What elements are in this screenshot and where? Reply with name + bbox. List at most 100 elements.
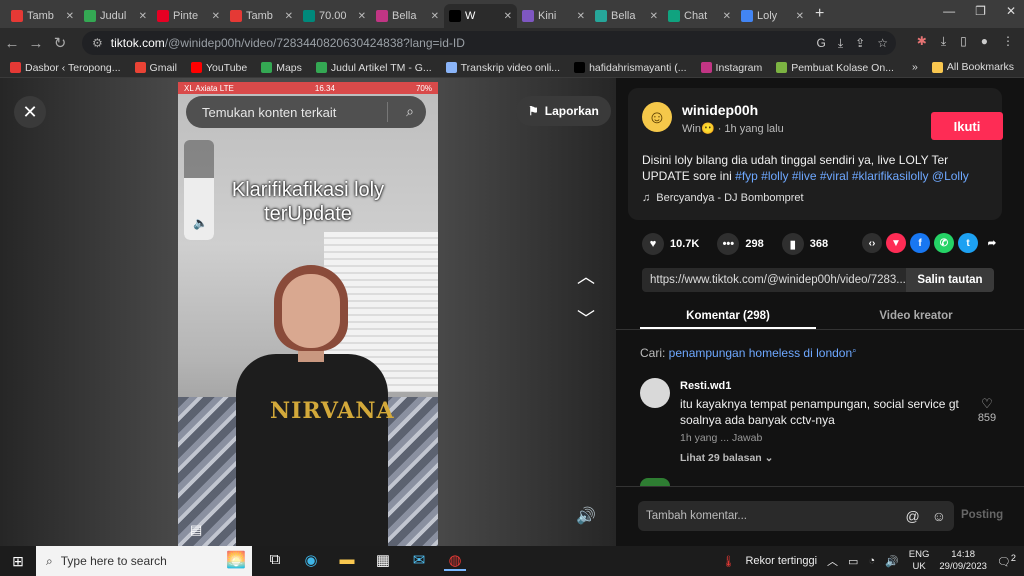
hashtags[interactable]: #fyp #lolly #live #viral #klarifikasilol… [735, 169, 969, 183]
all-bookmarks[interactable]: All Bookmarks [931, 61, 1014, 73]
store-icon[interactable]: ▦ [372, 551, 394, 571]
browser-tab[interactable]: Pinte ✕ [152, 4, 225, 28]
back-icon[interactable]: ← [0, 35, 24, 52]
related-search-input[interactable]: Temukan konten terkait ⌕ [186, 96, 426, 128]
browser-tab[interactable]: Kini ✕ [517, 4, 590, 28]
close-tab-icon[interactable]: ✕ [650, 11, 658, 22]
close-tab-icon[interactable]: ✕ [431, 11, 439, 22]
url-field[interactable]: ⚙ tiktok.com/@winidep00h/video/728344082… [82, 31, 896, 55]
close-tab-icon[interactable]: ✕ [285, 11, 293, 22]
google-lens-icon[interactable]: G [817, 36, 826, 51]
like-button[interactable]: ♥ 10.7K [642, 233, 699, 255]
install-icon[interactable]: ⤓ [838, 36, 843, 51]
bookmark-item[interactable]: Judul Artikel TM - G... [315, 62, 432, 74]
downloads-icon[interactable]: ⤓ [941, 34, 946, 49]
profile-avatar[interactable]: ● [981, 34, 988, 49]
close-tab-icon[interactable]: ✕ [504, 11, 512, 22]
browser-tab[interactable]: Tamb ✕ [225, 4, 298, 28]
windows-start-icon[interactable]: ⊞ [0, 553, 36, 570]
search-suggestion[interactable]: Cari: penampungan homeless di london⌕ [640, 346, 857, 360]
browser-tab[interactable]: 70.00 ✕ [298, 4, 371, 28]
bookmark-star-icon[interactable]: ☆ [877, 36, 888, 51]
forward-icon[interactable]: → [24, 35, 48, 52]
taskbar-search-input[interactable]: ⌕ Type here to search 🌅 [36, 546, 252, 576]
share-link[interactable]: https://www.tiktok.com/@winidep00h/video… [642, 274, 906, 286]
reload-icon[interactable]: ↻ [48, 34, 72, 52]
menu-icon[interactable]: ⋮ [1002, 34, 1014, 49]
view-replies-button[interactable]: Lihat 29 balasan ⌄ [680, 452, 773, 464]
browser-tab[interactable]: W ✕ [444, 4, 517, 28]
close-video-button[interactable]: ✕ [14, 96, 46, 128]
close-tab-icon[interactable]: ✕ [723, 11, 731, 22]
chevron-up-icon[interactable]: ︿ [827, 553, 838, 569]
browser-tab[interactable]: Loly ✕ [736, 4, 809, 28]
follow-button[interactable]: Ikuti [931, 112, 1003, 140]
sidepanel-icon[interactable]: ▯ [960, 34, 967, 49]
bookmark-item[interactable]: Transkrip video onli... [445, 62, 560, 74]
whatsapp-icon[interactable]: ✆ [934, 233, 954, 253]
twitter-icon[interactable]: t [958, 233, 978, 253]
avatar[interactable] [640, 378, 670, 408]
close-tab-icon[interactable]: ✕ [358, 11, 366, 22]
close-tab-icon[interactable]: ✕ [139, 11, 147, 22]
browser-tab[interactable]: Tamb ✕ [6, 4, 79, 28]
copy-link-button[interactable]: Salin tautan [906, 268, 994, 292]
browser-tab[interactable]: Chat ✕ [663, 4, 736, 28]
close-tab-icon[interactable]: ✕ [577, 11, 585, 22]
weather-text[interactable]: Rekor tertinggi [745, 555, 817, 567]
comment-button[interactable]: ••• 298 [717, 233, 764, 255]
comment-user[interactable]: Resti.wd1 [680, 380, 731, 392]
close-tab-icon[interactable]: ✕ [796, 11, 804, 22]
emoji-icon[interactable]: ☺ [932, 508, 946, 524]
video-player[interactable]: XL Axiata LTE 16.34 70% NIRVANA Klarifik… [178, 82, 438, 546]
bookmark-item[interactable]: Gmail [134, 62, 177, 74]
previous-video-button[interactable]: ︿ [572, 262, 600, 290]
avatar[interactable]: ☺ [642, 102, 672, 132]
next-video-button[interactable]: ﹀ [572, 304, 600, 332]
notifications-icon[interactable]: 🗨2 [997, 553, 1016, 569]
site-info-icon[interactable]: ⚙ [92, 36, 103, 50]
notes-icon[interactable]: ▤ [190, 522, 202, 538]
file-explorer-icon[interactable]: ▬ [336, 551, 358, 571]
sound-icon[interactable]: 🔊 [576, 506, 596, 526]
music-info[interactable]: ♫ Bercyandya - DJ Bombompret [642, 192, 804, 204]
send-icon[interactable]: ▼ [886, 233, 906, 253]
chrome-icon[interactable]: ◍ [444, 551, 466, 571]
comment-input[interactable]: Tambah komentar... @ ☺ [638, 501, 954, 531]
browser-tab[interactable]: Bella ✕ [371, 4, 444, 28]
embed-icon[interactable]: ‹› [862, 233, 882, 253]
comment-like-button[interactable]: ♡ 859 [974, 396, 1000, 424]
bookmark-item[interactable]: Dasbor ‹ Teropong... [10, 62, 121, 74]
network-icon[interactable]: ◔ [868, 555, 875, 567]
post-comment-button[interactable]: Posting [961, 509, 1003, 521]
task-view-icon[interactable]: ⧉ [264, 551, 286, 571]
close-tab-icon[interactable]: ✕ [212, 11, 220, 22]
bookmark-item[interactable]: Instagram [700, 62, 762, 74]
mention-icon[interactable]: @ [905, 508, 919, 524]
comment-meta[interactable]: 1h yang ... Jawab [680, 432, 762, 444]
bookmarks-overflow[interactable]: » [912, 61, 918, 73]
clock[interactable]: 14:18 29/09/2023 [939, 549, 987, 573]
username[interactable]: winidep00h [682, 102, 758, 118]
edge-icon[interactable]: ◉ [300, 551, 322, 571]
facebook-icon[interactable]: f [910, 233, 930, 253]
browser-tab[interactable]: Bella ✕ [590, 4, 663, 28]
share-arrow-icon[interactable]: ➦ [982, 233, 1002, 253]
save-button[interactable]: ▮ 368 [781, 233, 828, 255]
tab-creator-videos[interactable]: Video kreator [816, 302, 1016, 329]
browser-tab[interactable]: Judul ✕ [79, 4, 152, 28]
share-page-icon[interactable]: ⇪ [855, 36, 865, 51]
report-button[interactable]: ⚑ Laporkan [516, 96, 611, 126]
battery-icon[interactable]: ▭ [848, 555, 858, 568]
search-icon[interactable]: ⌕ [406, 103, 414, 120]
new-tab-button[interactable]: + [815, 5, 824, 23]
bookmark-item[interactable]: YouTube [190, 62, 247, 74]
extensions-icon[interactable]: ✱ [917, 34, 927, 49]
restore-icon[interactable]: ❐ [975, 4, 986, 18]
close-tab-icon[interactable]: ✕ [66, 11, 74, 22]
volume-slider[interactable]: 🔈 [184, 140, 214, 240]
close-window-icon[interactable]: ✕ [1006, 4, 1016, 18]
bookmark-item[interactable]: Pembuat Kolase On... [776, 62, 894, 74]
bookmark-item[interactable]: Maps [261, 62, 302, 74]
tab-comments[interactable]: Komentar (298) [640, 302, 816, 329]
